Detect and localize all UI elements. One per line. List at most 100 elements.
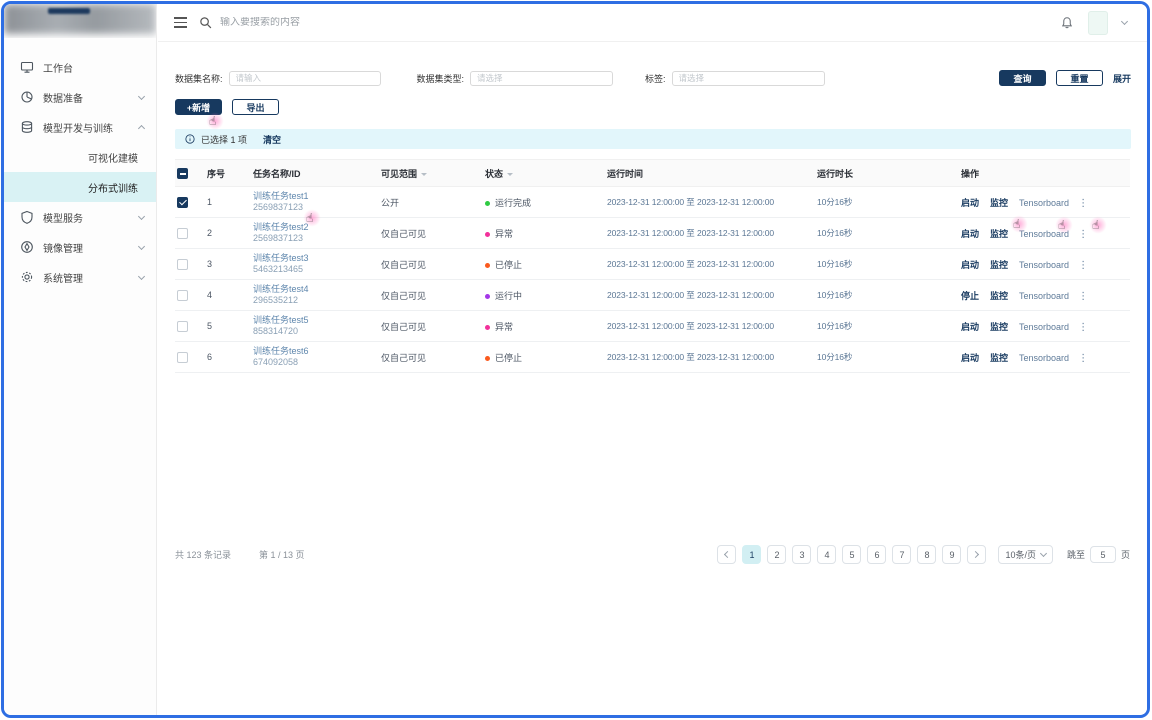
task-name-link[interactable]: 训练任务test4 — [253, 284, 377, 295]
start-link[interactable]: 启动 — [961, 322, 979, 332]
start-link[interactable]: 启动 — [961, 198, 979, 208]
tensorboard-link[interactable]: Tensorboard — [1019, 229, 1069, 239]
task-name-link[interactable]: 训练任务test2 — [253, 222, 377, 233]
page-button[interactable]: 5 — [842, 545, 861, 564]
table-row: 6 训练任务test6674092058 仅自己可见 已停止 2023-12-3… — [175, 342, 1130, 373]
sidebar-nav: 工作台 数据准备 模型开发与训练 可视化建模 分布式训练 — [4, 38, 156, 292]
stop-link[interactable]: 停止 — [961, 291, 979, 301]
col-index: 序号 — [205, 160, 251, 187]
row-checkbox[interactable] — [177, 228, 188, 239]
more-icon[interactable]: ⋮ — [1078, 260, 1088, 271]
duration-value: 10分16秒 — [815, 218, 959, 249]
sidebar-item-system-mgmt[interactable]: 系统管理 — [4, 262, 156, 292]
page-button[interactable]: 2 — [767, 545, 786, 564]
more-icon[interactable]: ⋮ — [1078, 198, 1088, 209]
select-all-checkbox[interactable] — [177, 168, 188, 179]
start-link[interactable]: 启动 — [961, 229, 979, 239]
page-button[interactable]: 3 — [792, 545, 811, 564]
tensorboard-link[interactable]: Tensorboard — [1019, 353, 1069, 363]
more-icon[interactable]: ⋮ — [1078, 353, 1088, 364]
reset-button[interactable]: 重置 — [1056, 70, 1103, 86]
task-name-link[interactable]: 训练任务test3 — [253, 253, 377, 264]
sidebar-item-distributed-training[interactable]: 分布式训练 — [4, 172, 156, 202]
monitor-link[interactable]: 监控 — [990, 198, 1008, 208]
start-link[interactable]: 启动 — [961, 260, 979, 270]
tensorboard-link[interactable]: Tensorboard — [1019, 260, 1069, 270]
monitor-link[interactable]: 监控 — [990, 260, 1008, 270]
selected-count-text: 已选择 1 项 — [201, 133, 247, 146]
more-icon[interactable]: ⋮ — [1078, 322, 1088, 333]
app-window: 工作台 数据准备 模型开发与训练 可视化建模 分布式训练 — [1, 1, 1150, 718]
monitor-link[interactable]: 监控 — [990, 229, 1008, 239]
bell-icon[interactable] — [1060, 16, 1074, 30]
col-status[interactable]: 状态 — [483, 160, 605, 187]
global-search-input[interactable] — [220, 17, 520, 28]
search-button[interactable]: 查询 — [999, 70, 1046, 86]
chevron-down-icon — [138, 242, 145, 249]
task-id[interactable]: 5463213465 — [253, 264, 377, 275]
tensorboard-link[interactable]: Tensorboard — [1019, 322, 1069, 332]
page-button[interactable]: 1 — [742, 545, 761, 564]
dataset-name-input[interactable] — [229, 71, 381, 86]
task-id[interactable]: 2569837123 — [253, 202, 377, 213]
task-name-link[interactable]: 训练任务test1 — [253, 191, 377, 202]
more-icon[interactable]: ⋮ — [1078, 229, 1088, 240]
main-area: 数据集名称: 数据集类型: 标签: 查询 重置 展开 +新增 导出 — [158, 4, 1147, 715]
row-checkbox[interactable] — [177, 259, 188, 270]
hamburger-menu-icon[interactable] — [174, 17, 187, 28]
avatar[interactable] — [1088, 11, 1108, 35]
add-button[interactable]: +新增 — [175, 99, 222, 115]
prev-page-button[interactable] — [717, 545, 736, 564]
page-button[interactable]: 6 — [867, 545, 886, 564]
page-button[interactable]: 9 — [942, 545, 961, 564]
sidebar-item-model-dev[interactable]: 模型开发与训练 — [4, 112, 156, 142]
row-checkbox[interactable] — [177, 290, 188, 301]
dataset-type-select[interactable] — [470, 71, 613, 86]
row-checkbox[interactable] — [177, 321, 188, 332]
tasks-table: 序号 任务名称/ID 可见范围 状态 运行时间 运行时长 操作 1 训练任务te… — [175, 159, 1130, 373]
tag-select[interactable] — [672, 71, 825, 86]
task-id[interactable]: 296535212 — [253, 295, 377, 306]
row-checkbox[interactable] — [177, 352, 188, 363]
toolbar: +新增 导出 — [175, 99, 1131, 115]
task-name-link[interactable]: 训练任务test6 — [253, 346, 377, 357]
monitor-link[interactable]: 监控 — [990, 353, 1008, 363]
global-search — [199, 16, 1048, 29]
page-size-select[interactable]: 10条/页 — [998, 545, 1053, 564]
chevron-down-icon[interactable] — [1121, 18, 1128, 25]
selection-bar: 已选择 1 项 清空 — [175, 129, 1131, 149]
expand-link[interactable]: 展开 — [1113, 72, 1131, 85]
sidebar-item-model-service[interactable]: 模型服务 — [4, 202, 156, 232]
tensorboard-link[interactable]: Tensorboard — [1019, 291, 1069, 301]
sidebar-item-workbench[interactable]: 工作台 — [4, 52, 156, 82]
task-id[interactable]: 674092058 — [253, 357, 377, 368]
status-dot — [485, 201, 490, 206]
more-icon[interactable]: ⋮ — [1078, 291, 1088, 302]
task-id[interactable]: 2569837123 — [253, 233, 377, 244]
task-name-link[interactable]: 训练任务test5 — [253, 315, 377, 326]
sidebar-item-data-prep[interactable]: 数据准备 — [4, 82, 156, 112]
status-label: 已停止 — [495, 353, 522, 363]
sidebar-item-image-mgmt[interactable]: 镜像管理 — [4, 232, 156, 262]
row-checkbox[interactable] — [177, 197, 188, 208]
task-id[interactable]: 858314720 — [253, 326, 377, 337]
start-link[interactable]: 启动 — [961, 353, 979, 363]
clear-selection-link[interactable]: 清空 — [263, 133, 281, 146]
shield-icon — [20, 210, 34, 224]
sidebar-item-label: 工作台 — [43, 60, 144, 75]
page-button[interactable]: 4 — [817, 545, 836, 564]
col-scope[interactable]: 可见范围 — [379, 160, 483, 187]
monitor-link[interactable]: 监控 — [990, 291, 1008, 301]
jump-page-input[interactable] — [1090, 546, 1116, 563]
page-button[interactable]: 8 — [917, 545, 936, 564]
export-button[interactable]: 导出 — [232, 99, 279, 115]
status-label: 运行完成 — [495, 198, 531, 208]
next-page-button[interactable] — [967, 545, 986, 564]
sidebar-item-visual-modeling[interactable]: 可视化建模 — [4, 142, 156, 172]
monitor-link[interactable]: 监控 — [990, 322, 1008, 332]
status-dot — [485, 263, 490, 268]
tensorboard-link[interactable]: Tensorboard — [1019, 198, 1069, 208]
sidebar-item-label: 模型开发与训练 — [43, 120, 139, 135]
logo-dash — [48, 8, 90, 14]
page-button[interactable]: 7 — [892, 545, 911, 564]
